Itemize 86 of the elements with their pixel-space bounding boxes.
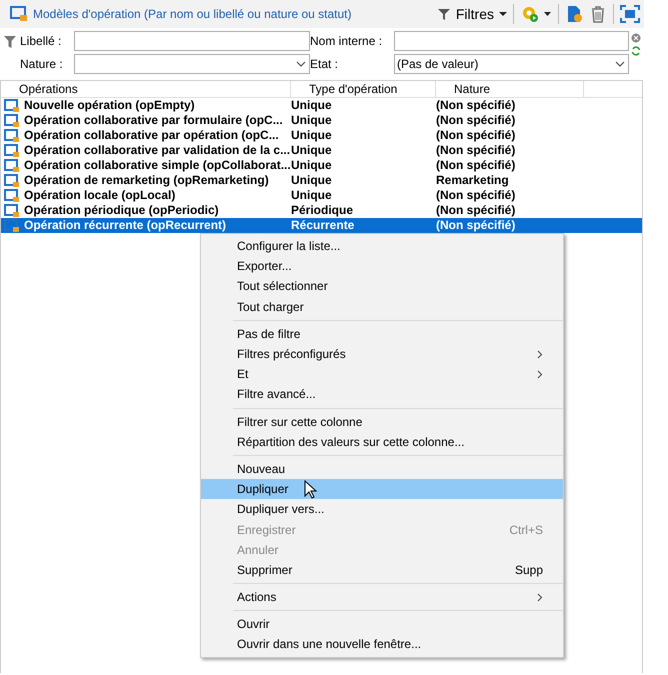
menu-item[interactable]: Et — [201, 364, 563, 384]
column-header[interactable]: Nature — [436, 81, 584, 97]
table-row[interactable]: Opération collaborative par opération (opC... Unique (Non spécifié) — [1, 128, 642, 143]
menu-item[interactable]: Exporter... — [201, 256, 563, 276]
cursor-icon — [304, 480, 317, 500]
table-cell: Unique — [291, 158, 332, 173]
menu-item[interactable]: Pas de filtre — [201, 324, 563, 344]
fullscreen-icon[interactable] — [620, 5, 640, 23]
table-cell: (Non spécifié) — [436, 218, 516, 233]
table-cell: Opération collaborative par validation de la c... — [24, 143, 290, 158]
operation-icon — [4, 204, 20, 218]
menu-item[interactable]: Filtrer sur cette colonne — [201, 412, 563, 432]
refresh-icon[interactable] — [631, 46, 641, 56]
column-header[interactable]: Type d'opération — [291, 81, 436, 97]
table-cell: Unique — [291, 98, 332, 113]
table-cell: Opération locale (opLocal) — [24, 188, 176, 203]
table-row[interactable]: Opération récurrente (opRecurrent) Récurrente (Non spécifié) — [1, 218, 642, 233]
column-header[interactable]: Opérations — [1, 81, 291, 97]
field-label: Etat : — [310, 57, 340, 71]
operation-icon — [4, 98, 20, 112]
state-dropdown[interactable]: (Pas de valeur) — [394, 54, 629, 74]
table-cell: (Non spécifié) — [436, 128, 516, 143]
new-document-icon[interactable] — [565, 5, 583, 23]
table-row[interactable]: Opération collaborative par formulaire (opC... Unique (Non spécifié) — [1, 113, 642, 128]
table-cell: (Non spécifié) — [436, 98, 516, 113]
table-cell: Unique — [291, 113, 332, 128]
menu-item[interactable]: Filtre avancé... — [201, 384, 563, 404]
gear-run-icon[interactable] — [520, 5, 552, 23]
filter-icon — [4, 35, 16, 49]
table-row[interactable]: Opération collaborative simple (opCollaborat...Unique (Non spécifié) — [1, 158, 642, 173]
table-cell: Opération collaborative par formulaire (opC... — [24, 113, 283, 128]
libelle-field[interactable] — [74, 31, 310, 51]
menu-item[interactable]: Dupliquer — [201, 479, 563, 500]
menu-item[interactable]: Tout sélectionner — [201, 276, 563, 297]
table-cell: Récurrente — [291, 218, 354, 233]
field-label: Nom interne : — [310, 34, 384, 48]
menu-item[interactable]: Ouvrir — [201, 614, 563, 634]
table-cell: (Non spécifié) — [436, 158, 516, 173]
table-cell: (Non spécifié) — [436, 143, 516, 158]
table-cell: (Non spécifié) — [436, 203, 516, 218]
operation-icon — [4, 114, 20, 128]
table-row[interactable]: Nouvelle opération (opEmpty) Unique (Non spécifié) — [1, 98, 642, 113]
menu-item[interactable]: Ouvrir dans une nouvelle fenêtre... — [201, 634, 563, 655]
nature-dropdown[interactable] — [74, 54, 310, 74]
table-cell: (Non spécifié) — [436, 113, 516, 128]
table-cell: Opération périodique (opPeriodic) — [24, 203, 219, 218]
table-row[interactable]: Opération périodique (opPeriodic) Périodique (Non spécifié) — [1, 203, 642, 218]
filter-icon — [436, 7, 451, 21]
table-row[interactable]: Opération de remarketing (opRemarketing) Unique Remarketing — [1, 173, 642, 188]
field-label: Libellé : — [20, 34, 62, 48]
table-cell: (Non spécifié) — [436, 188, 516, 203]
filters-button[interactable]: Filtres — [436, 6, 507, 22]
operation-icon — [4, 158, 20, 172]
table-cell: Unique — [291, 143, 332, 158]
menu-item[interactable]: Nouveau — [201, 458, 563, 480]
table-cell: Nouvelle opération (opEmpty) — [24, 98, 195, 113]
menu-item[interactable]: Configurer la liste... — [201, 236, 563, 256]
table-row[interactable]: Opération collaborative par validation de la c...Unique (Non spécifié) — [1, 143, 642, 158]
operation-icon — [4, 174, 20, 188]
menu-item[interactable]: Tout charger — [201, 296, 563, 317]
table-cell: Unique — [291, 173, 332, 188]
menu-item[interactable]: Dupliquer vers... — [201, 499, 563, 520]
menu-item[interactable]: Répartition des valeurs sur cette colonne... — [201, 432, 563, 452]
table-row[interactable]: Opération locale (opLocal) Unique (Non spécifié) — [1, 188, 642, 203]
list-title: Modèles d'opération (Par nom ou libellé ou nature ou statut) — [33, 7, 352, 21]
menu-item[interactable]: Supprimer Supp — [201, 560, 563, 580]
trash-icon[interactable] — [589, 5, 607, 23]
field-label: Nature : — [20, 57, 64, 71]
table-cell: Opération collaborative simple (opCollaborat... — [24, 158, 291, 173]
clear-icon[interactable] — [631, 33, 641, 43]
table-cell: Opération collaborative par opération (opC... — [24, 128, 279, 143]
table-cell: Remarketing — [436, 173, 509, 188]
table-cell: Unique — [291, 188, 332, 203]
table-cell: Opération récurrente (opRecurrent) — [24, 218, 226, 233]
table-cell: Unique — [291, 128, 332, 143]
operation-icon — [4, 188, 20, 202]
internal-name-field[interactable] — [394, 31, 629, 51]
operation-icon — [4, 144, 20, 158]
menu-item[interactable]: Filtres préconfigurés — [201, 344, 563, 364]
table-cell: Opération de remarketing (opRemarketing) — [24, 173, 269, 188]
operation-icon — [4, 128, 20, 142]
operation-icon — [10, 6, 28, 22]
menu-item[interactable]: Actions — [201, 587, 563, 608]
table-cell: Périodique — [291, 203, 354, 218]
caret-icon — [499, 11, 507, 17]
operation-icon — [4, 218, 20, 232]
